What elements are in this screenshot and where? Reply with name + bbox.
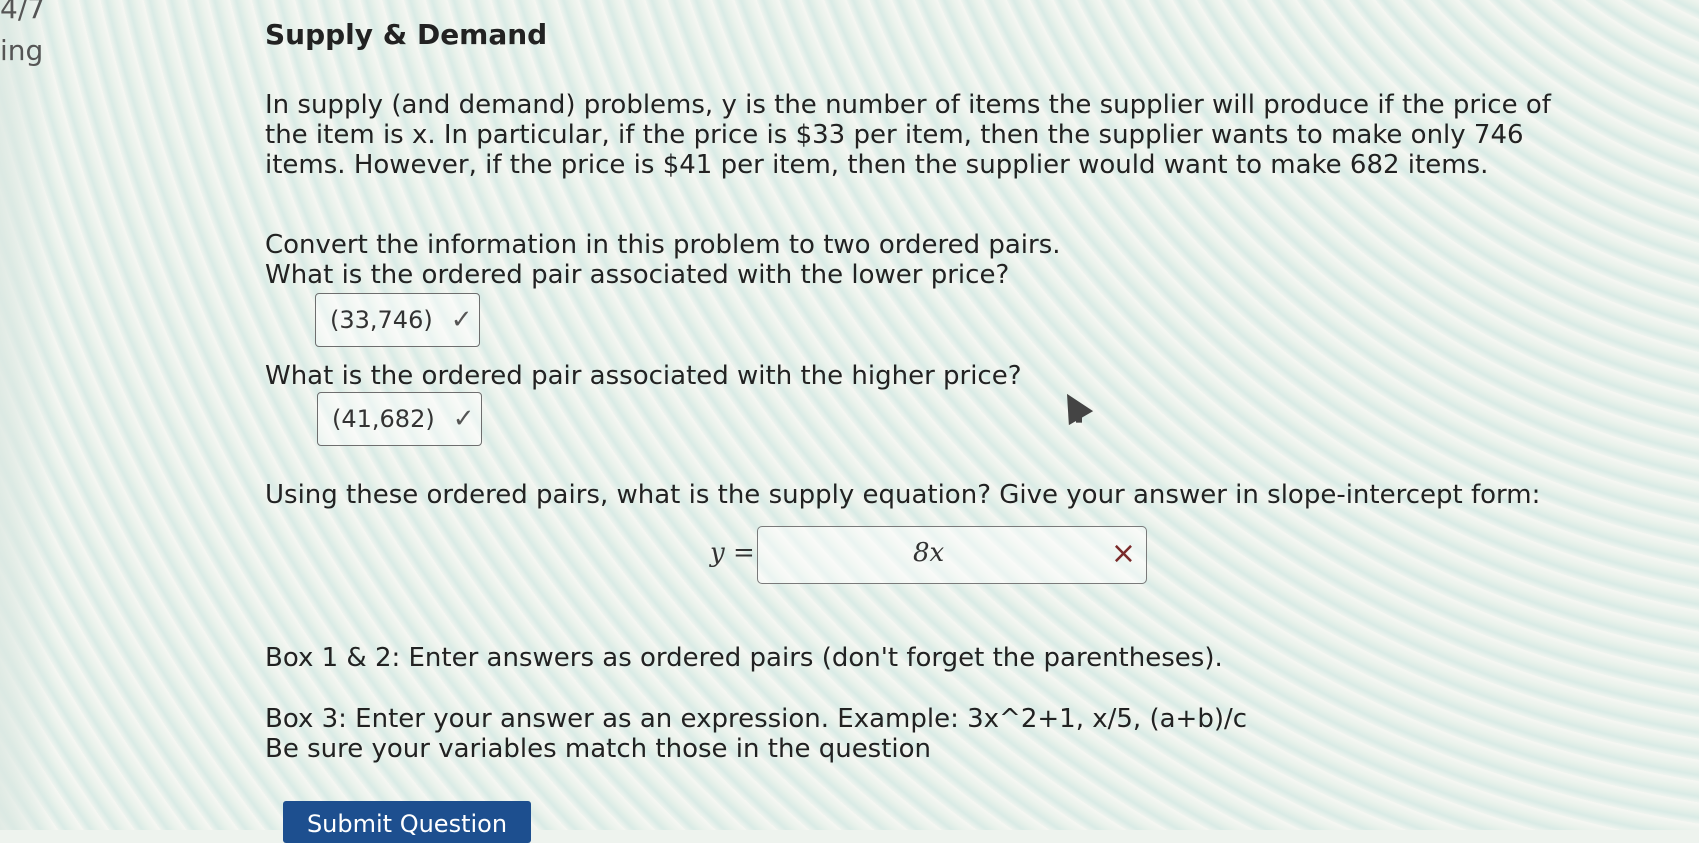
equation-row: y = 8x ×	[710, 526, 1410, 584]
question-higher-price: What is the ordered pair associated with…	[265, 361, 1022, 391]
check-icon: ✓	[452, 404, 475, 434]
check-icon: ✓	[450, 305, 473, 335]
supply-equation-input[interactable]: 8x ×	[757, 526, 1147, 584]
note-variables: Be sure your variables match those in th…	[265, 734, 932, 764]
problem-text: In supply (and demand) problems, y is th…	[265, 90, 1551, 180]
submit-question-button[interactable]: Submit Question	[283, 801, 531, 843]
note-box-3: Box 3: Enter your answer as an expressio…	[265, 704, 1248, 734]
supply-equation-value: 8x	[913, 538, 945, 568]
answer-value-higher-price: (41,682)	[332, 405, 435, 433]
question-title: Supply & Demand	[265, 18, 548, 51]
left-fragment-2: ing	[0, 34, 44, 67]
left-fragment-1: 4/7	[0, 0, 46, 25]
answer-value-lower-price: (33,746)	[330, 306, 433, 334]
instruction-text: Convert the information in this problem …	[265, 230, 1061, 260]
answer-box-lower-price[interactable]: (33,746) ✓	[315, 293, 480, 347]
answer-box-higher-price[interactable]: (41,682) ✓	[317, 392, 482, 446]
question-lower-price: What is the ordered pair associated with…	[265, 260, 1010, 290]
question-supply-equation: Using these ordered pairs, what is the s…	[265, 480, 1541, 510]
equation-label: y =	[710, 538, 755, 568]
sidebar-ghost	[0, 0, 55, 830]
note-box-1-2: Box 1 & 2: Enter answers as ordered pair…	[265, 643, 1223, 673]
close-icon: ×	[1110, 536, 1136, 571]
